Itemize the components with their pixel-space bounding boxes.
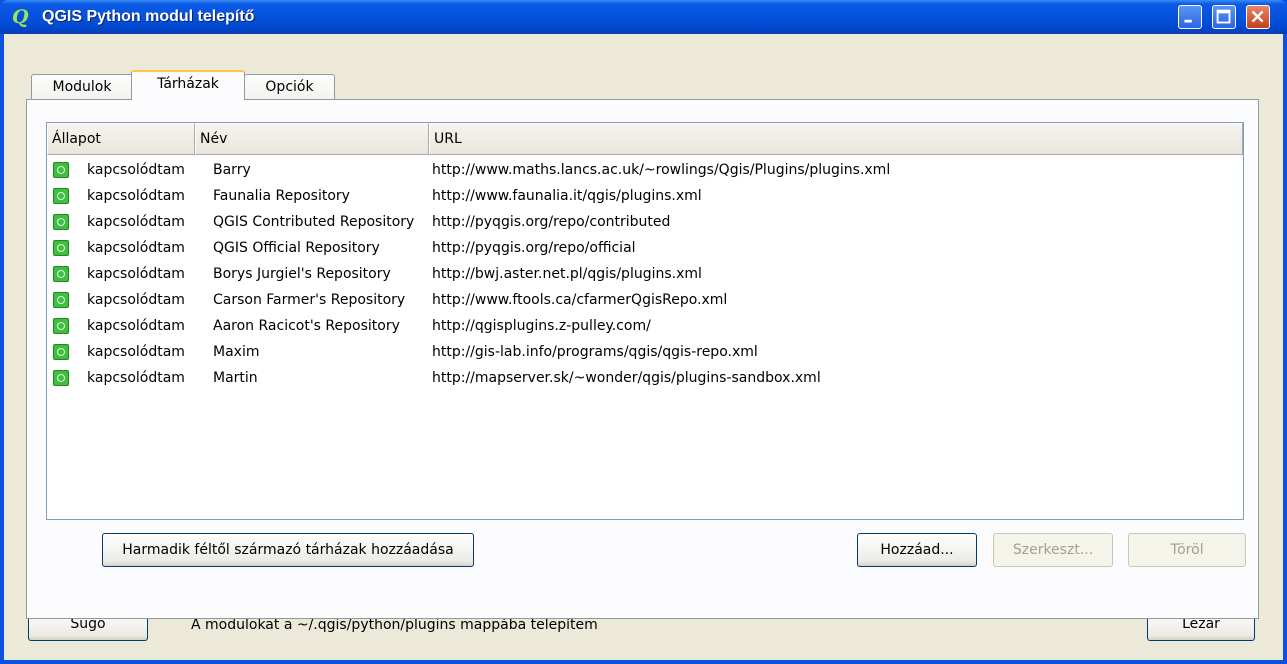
table-header: Állapot Név URL — [47, 123, 1243, 155]
close-window-button[interactable] — [1246, 5, 1270, 29]
add-third-party-repos-button[interactable]: Harmadik féltől származó tárházak hozzáa… — [102, 533, 474, 567]
row-name: QGIS Official Repository — [213, 240, 380, 256]
row-status: kapcsolódtam — [87, 240, 185, 256]
tab-repositories[interactable]: Tárházak — [131, 70, 245, 100]
connected-status-icon — [53, 188, 69, 204]
row-status: kapcsolódtam — [87, 292, 185, 308]
qgis-logo-icon: Q — [12, 6, 29, 28]
row-url: http://qgisplugins.z-pulley.com/ — [432, 318, 651, 334]
connected-status-icon — [53, 162, 69, 178]
row-name: QGIS Contributed Repository — [213, 214, 415, 230]
repositories-table[interactable]: Állapot Név URL kapcsolódtam Barry http://… — [46, 122, 1244, 520]
table-row[interactable]: kapcsolódtam Aaron Racicot's Repository ht… — [47, 313, 1243, 339]
close-icon — [1251, 10, 1264, 23]
row-status: kapcsolódtam — [87, 162, 185, 178]
column-header-url[interactable]: URL — [429, 123, 1243, 155]
maximize-icon — [1216, 9, 1231, 24]
table-row[interactable]: kapcsolódtam Maxim http://gis-lab.info/pro… — [47, 339, 1243, 365]
table-row[interactable]: kapcsolódtam QGIS Official Repository http… — [47, 235, 1243, 261]
connected-status-icon — [53, 240, 69, 256]
title-bar[interactable]: Q QGIS Python modul telepítő — [0, 0, 1287, 34]
tab-modules[interactable]: Modulok — [31, 74, 133, 100]
table-row[interactable]: kapcsolódtam Borys Jurgiel's Repository ht… — [47, 261, 1243, 287]
row-url: http://pyqgis.org/repo/official — [432, 240, 636, 256]
table-row[interactable]: kapcsolódtam Martin http://mapserver.sk/~w… — [47, 365, 1243, 391]
column-header-status[interactable]: Állapot — [47, 123, 195, 155]
row-status: kapcsolódtam — [87, 188, 185, 204]
column-header-name[interactable]: Név — [195, 123, 429, 155]
row-url: http://bwj.aster.net.pl/qgis/plugins.xml — [432, 266, 702, 282]
window-title: QGIS Python modul telepítő — [42, 8, 255, 25]
row-status: kapcsolódtam — [87, 370, 185, 386]
row-url: http://www.ftools.ca/cfarmerQgisRepo.xml — [432, 292, 728, 308]
edit-repo-button[interactable]: Szerkeszt... — [993, 533, 1113, 567]
table-row[interactable]: kapcsolódtam Barry http://www.maths.lancs.… — [47, 157, 1243, 183]
row-name: Aaron Racicot's Repository — [213, 318, 400, 334]
table-row[interactable]: kapcsolódtam QGIS Contributed Repository h… — [47, 209, 1243, 235]
row-url: http://pyqgis.org/repo/contributed — [432, 214, 671, 230]
row-name: Borys Jurgiel's Repository — [213, 266, 391, 282]
row-url: http://www.faunalia.it/qgis/plugins.xml — [432, 188, 702, 204]
connected-status-icon — [53, 318, 69, 334]
connected-status-icon — [53, 266, 69, 282]
row-status: kapcsolódtam — [87, 266, 185, 282]
connected-status-icon — [53, 344, 69, 360]
row-status: kapcsolódtam — [87, 214, 185, 230]
delete-repo-button[interactable]: Töröl — [1128, 533, 1246, 567]
connected-status-icon — [53, 292, 69, 308]
row-name: Maxim — [213, 344, 260, 360]
row-url: http://www.maths.lancs.ac.uk/~rowlings/Q… — [432, 162, 891, 178]
row-name: Barry — [213, 162, 251, 178]
row-status: kapcsolódtam — [87, 318, 185, 334]
connected-status-icon — [53, 370, 69, 386]
row-name: Carson Farmer's Repository — [213, 292, 406, 308]
row-name: Martin — [213, 370, 258, 386]
table-row[interactable]: kapcsolódtam Carson Farmer's Repository ht… — [47, 287, 1243, 313]
tab-options[interactable]: Opciók — [244, 74, 335, 100]
dialog-body: Modulok Tárházak Opciók Állapot Név URL … — [4, 34, 1283, 660]
row-url: http://gis-lab.info/programs/qgis/qgis-r… — [432, 344, 758, 360]
main-window: Q QGIS Python modul telepítő Modulok Tár… — [0, 0, 1287, 664]
maximize-button[interactable] — [1212, 5, 1236, 29]
connected-status-icon — [53, 214, 69, 230]
minimize-icon — [1184, 19, 1192, 23]
add-repo-button[interactable]: Hozzáad... — [857, 533, 977, 567]
row-name: Faunalia Repository — [213, 188, 350, 204]
table-row[interactable]: kapcsolódtam Faunalia Repository http://ww… — [47, 183, 1243, 209]
row-url: http://mapserver.sk/~wonder/qgis/plugins… — [432, 370, 821, 386]
row-status: kapcsolódtam — [87, 344, 185, 360]
repositories-panel: Állapot Név URL kapcsolódtam Barry http://… — [26, 99, 1259, 619]
minimize-button[interactable] — [1178, 5, 1202, 29]
